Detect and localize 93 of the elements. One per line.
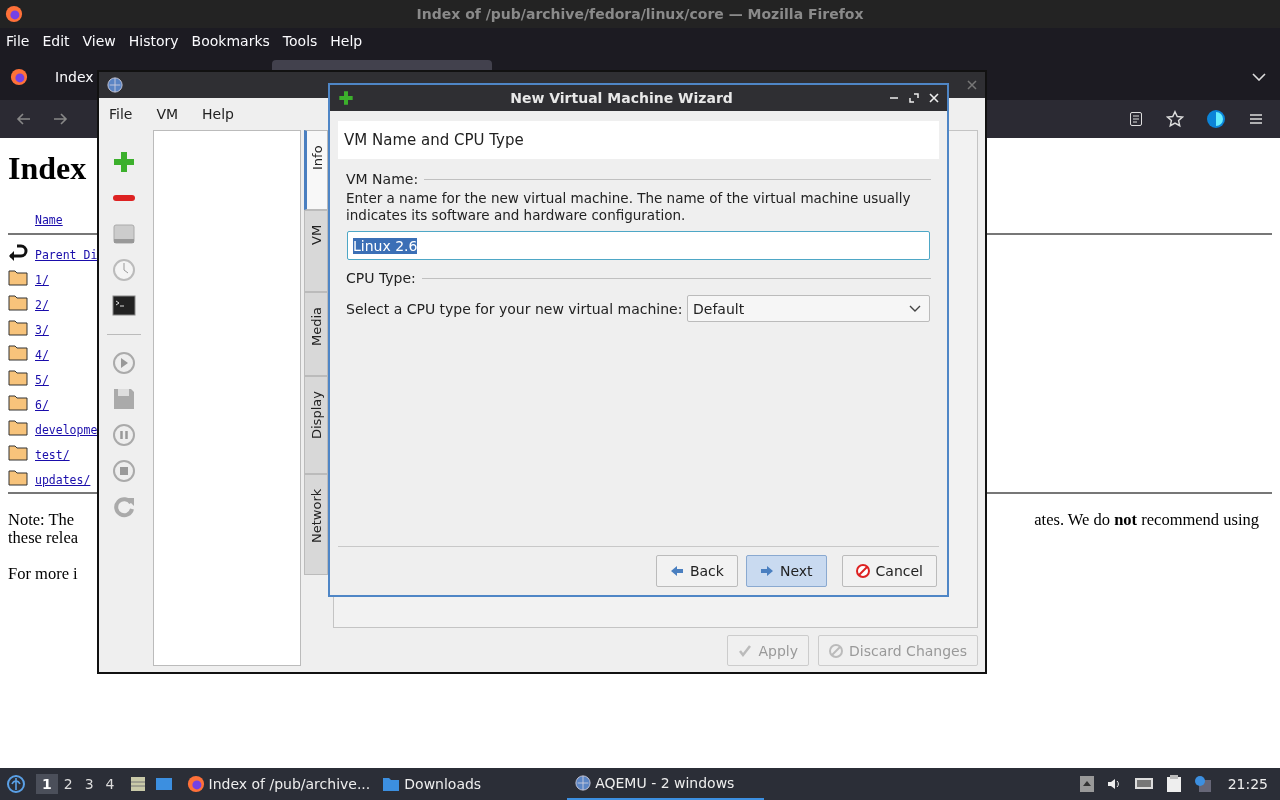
wizard-button[interactable]: Next bbox=[745, 555, 827, 587]
clipboard-icon[interactable] bbox=[1165, 775, 1182, 793]
prohibited-icon bbox=[855, 564, 870, 578]
folder-icon bbox=[382, 775, 401, 793]
plus-icon bbox=[338, 90, 354, 106]
globe-icon bbox=[107, 77, 123, 93]
side-tab[interactable]: Display bbox=[304, 376, 328, 474]
menu-item[interactable]: View bbox=[82, 33, 116, 49]
wizard-button[interactable]: Back bbox=[655, 555, 738, 587]
side-tab[interactable]: Media bbox=[304, 292, 328, 376]
info-text: For more i bbox=[8, 564, 78, 584]
chevron-down-icon[interactable] bbox=[1252, 73, 1266, 81]
browser-logo-icon bbox=[5, 5, 23, 23]
browser-tab[interactable]: Index bbox=[55, 69, 94, 85]
directory-link[interactable]: updates/ bbox=[35, 472, 91, 487]
workspace-button[interactable]: 1 bbox=[36, 774, 58, 794]
directory-link[interactable]: test/ bbox=[35, 447, 70, 462]
directory-link[interactable]: 2/ bbox=[35, 297, 49, 312]
menu-item[interactable]: Help bbox=[202, 106, 234, 122]
menu-item[interactable]: History bbox=[128, 33, 179, 49]
folder-icon bbox=[8, 467, 28, 486]
prohibited-icon bbox=[829, 643, 843, 658]
task-label: Downloads bbox=[404, 776, 482, 792]
folder-icon bbox=[8, 367, 28, 386]
note-text: ates. We do not recommend using bbox=[1034, 511, 1259, 531]
account-icon[interactable] bbox=[1206, 109, 1226, 129]
back-arrow-icon bbox=[8, 242, 28, 261]
workspace-button[interactable]: 4 bbox=[99, 774, 121, 794]
folder-icon[interactable] bbox=[154, 775, 173, 793]
menu-item[interactable]: Bookmarks bbox=[191, 33, 270, 49]
clock: 21:25 bbox=[1227, 776, 1268, 792]
restore-icon[interactable] bbox=[909, 93, 919, 103]
note-text: Note: The bbox=[8, 511, 76, 529]
file-cabinet-icon[interactable] bbox=[128, 775, 147, 793]
group-label: VM Name: bbox=[346, 171, 419, 187]
taskbar-button[interactable]: Index of /pub/archive... bbox=[180, 768, 377, 800]
folder-icon bbox=[8, 317, 28, 336]
taskbar-button[interactable]: Downloads bbox=[376, 768, 488, 800]
menu-item[interactable]: File bbox=[109, 106, 133, 122]
folder-icon bbox=[8, 442, 28, 461]
name-field[interactable]: Linux 2.6 bbox=[347, 231, 930, 260]
page-title: VM Name and CPU Type bbox=[338, 121, 939, 159]
folder-icon bbox=[8, 267, 28, 286]
menu-icon[interactable] bbox=[1248, 111, 1264, 127]
menu-item[interactable]: Help bbox=[330, 33, 363, 49]
menu-item[interactable]: VM bbox=[156, 106, 179, 122]
side-tab[interactable]: Info bbox=[304, 130, 328, 210]
chevron-down-icon bbox=[909, 304, 921, 313]
directory-link[interactable]: developme bbox=[35, 422, 98, 437]
group-label: CPU Type: bbox=[346, 270, 416, 286]
network-icon[interactable] bbox=[1133, 776, 1154, 792]
menu-item[interactable]: Edit bbox=[42, 33, 70, 49]
directory-link[interactable]: 6/ bbox=[35, 397, 49, 412]
directory-link[interactable]: 1/ bbox=[35, 272, 49, 287]
page-heading: Index bbox=[8, 150, 87, 186]
browser-logo-icon bbox=[186, 775, 205, 793]
task-label: AQEMU - 2 windows bbox=[595, 775, 735, 791]
directory-link[interactable]: 4/ bbox=[35, 347, 49, 362]
description-text: Enter a name for the new virtual machine. The name of the virtual machine usually indicates its software and hardware configuration. bbox=[345, 189, 912, 224]
folder-icon bbox=[8, 342, 28, 361]
directory-link[interactable]: 5/ bbox=[35, 372, 49, 387]
workspace-button[interactable]: 3 bbox=[78, 774, 100, 794]
taskbar-button[interactable]: AQEMU - 2 windows bbox=[567, 768, 765, 800]
reader-icon[interactable] bbox=[1128, 111, 1144, 127]
folder-icon bbox=[8, 392, 28, 411]
folder-icon bbox=[8, 292, 28, 311]
folder-icon bbox=[8, 417, 28, 436]
checkmark-icon bbox=[738, 643, 753, 658]
directory-link[interactable]: 3/ bbox=[35, 322, 49, 337]
task-label: Index of /pub/archive... bbox=[208, 776, 371, 792]
menu-item[interactable]: Tools bbox=[282, 33, 318, 49]
wizard-button[interactable]: Cancel bbox=[841, 555, 937, 587]
directory-link[interactable]: Parent Di bbox=[35, 247, 98, 262]
back-arrow-icon[interactable] bbox=[16, 111, 32, 127]
star-icon[interactable] bbox=[1166, 110, 1184, 128]
start-menu-icon[interactable] bbox=[6, 774, 26, 794]
right-arrow-icon bbox=[759, 565, 774, 577]
left-arrow-icon bbox=[669, 565, 684, 577]
dialog-title: New Virtual Machine Wizard bbox=[509, 90, 734, 106]
browser-logo-icon bbox=[10, 68, 28, 86]
menu-item[interactable]: File bbox=[6, 33, 30, 49]
globe-icon bbox=[575, 775, 592, 791]
side-tab[interactable]: Network bbox=[304, 474, 328, 575]
field-label: Select a CPU type for your new virtual machine: bbox=[346, 300, 683, 317]
window-title: Index of /pub/archive/fedora/linux/core — Mozilla Firefox bbox=[416, 6, 864, 22]
note-text: these relea bbox=[8, 529, 79, 547]
terminal-icon[interactable] bbox=[112, 294, 136, 318]
workspace-button[interactable]: 2 bbox=[57, 774, 79, 794]
notification-icon[interactable] bbox=[1193, 775, 1212, 793]
side-tab[interactable]: VM bbox=[304, 210, 328, 292]
forward-arrow-icon[interactable] bbox=[52, 111, 68, 127]
speaker-icon[interactable] bbox=[1105, 776, 1122, 792]
cpu-type-dropdown[interactable]: Default bbox=[687, 295, 930, 322]
